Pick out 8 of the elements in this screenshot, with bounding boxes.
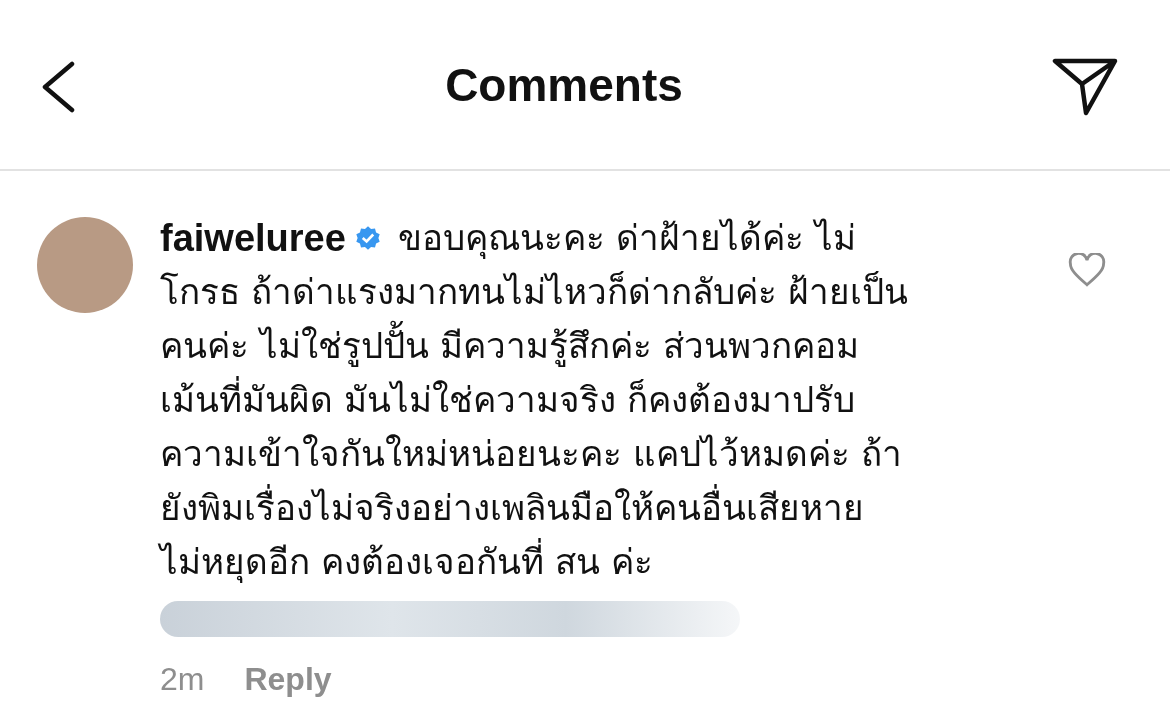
paper-plane-icon[interactable]: [1052, 56, 1118, 117]
comment-text: โกรธ ถ้าด่าแรงมากทนไม่ไหวก็ด่ากลับค่ะ ฝ้ายเป็น คนค่ะ ไม่ใช่รูปปั้น มีความรู้สึกค่ะ ส่วนพวกคอม เม้นที่มันผิด มันไม่ใช่ความจริง ก็คงต้องมาปรับ ความเข้าใจกันใหม่หน่อยนะคะ แคปไว้หมดค่ะ ถ้า ยังพิมเรื่องไม่จริงอย่างเพลินมือให้คนอื่นเสียหาย ไม่หยุดอีก คงต้องเจอกันที่ สน ค่ะ: [160, 270, 910, 585]
page-title: Comments: [445, 57, 683, 112]
comment-text: ขอบคุณนะคะ ด่าฝ้ายได้ค่ะ ไม่: [397, 217, 857, 261]
comment-time: 2m: [160, 661, 205, 698]
heart-icon[interactable]: [1068, 253, 1106, 288]
back-icon[interactable]: [40, 60, 76, 113]
username[interactable]: faiweluree: [160, 211, 346, 265]
